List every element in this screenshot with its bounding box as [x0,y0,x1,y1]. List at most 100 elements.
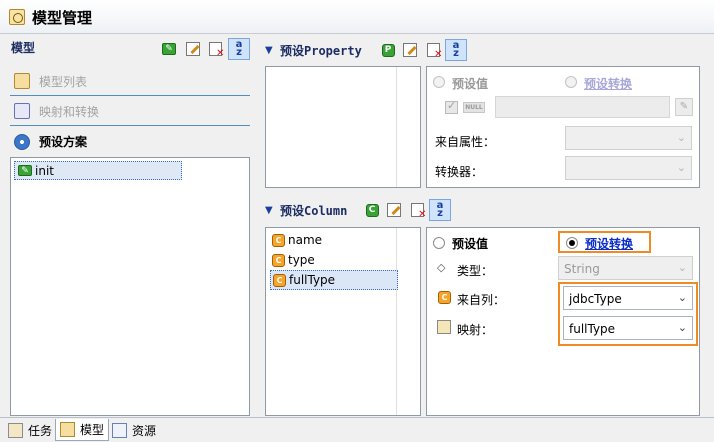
tab-label: 任务 [28,423,53,438]
converter-select[interactable]: ⌄ [565,156,692,180]
model-icon [60,422,75,437]
tab-label: 资源 [132,423,157,438]
delete-scheme-button[interactable] [206,40,225,59]
nav-item-label: 预设方案 [39,135,88,149]
property-preset-value-label: 预设值 [452,77,489,91]
add-property-button[interactable]: P [379,41,397,59]
delete-property-button[interactable] [424,41,443,60]
add-scheme-button[interactable]: ✎ [160,40,178,58]
model-manager-icon [9,9,25,25]
property-preset-convert-radio[interactable] [565,76,577,88]
from-attr-select[interactable]: ⌄ [565,126,692,150]
model-panel: 模型 ✎ az 模型列表 映射和转换 预设方案 ✎ init [0,35,256,417]
property-section-header[interactable]: ▼ 预设Property P az [262,38,714,62]
property-detail: 预设值 预设转换 NULL ✎ 来自属性： ⌄ 转换器： ⌄ [426,66,700,188]
list-divider [396,67,397,187]
edit-scheme-button[interactable] [184,40,202,58]
edit-property-button[interactable] [401,41,419,59]
sort-property-button[interactable]: az [445,39,467,61]
window-title: 模型管理 [32,9,93,27]
from-column-value: jdbcType [569,292,622,306]
chevron-down-icon: ⌄ [677,291,687,304]
tab-resources[interactable]: 资源 [108,419,160,441]
delete-column-button[interactable] [408,201,427,220]
column-preset-convert-radio[interactable] [566,237,578,249]
list-divider [396,228,397,415]
converter-label: 转换器： [435,165,484,179]
nav-item-mapping[interactable]: 映射和转换 [10,97,250,126]
column-name: type [288,253,315,267]
tab-label: 模型 [80,423,105,437]
mapping-value: fullType [569,322,616,336]
delete-icon [426,43,443,60]
tab-model[interactable]: 模型 [55,419,110,441]
from-attr-label: 来自属性： [435,135,496,149]
model-list-icon [14,73,30,89]
chevron-down-icon: ⌄ [676,131,686,144]
mapping-icon [437,320,451,334]
property-add-icon: P [381,43,395,57]
scheme-name: init [35,163,54,178]
property-section-title: 预设Property [280,44,362,58]
list-item-selected[interactable]: CfullType [270,270,398,290]
resources-icon [112,422,127,438]
column-preset-value-label: 预设值 [452,237,489,251]
from-column-label: 来自列： [457,293,506,307]
column-name: name [288,233,323,247]
nav-item-model-list[interactable]: 模型列表 [10,67,250,96]
collapse-triangle-icon[interactable]: ▼ [265,205,273,216]
column-section-header[interactable]: ▼ 预设Column C az [262,198,714,222]
chevron-down-icon: ⌄ [677,261,687,274]
column-detail: 预设值 预设转换 ◇ 类型： String ⌄ C 来自列： jdbcType … [426,227,700,416]
model-panel-title: 模型 [11,41,36,55]
property-value-edit-button[interactable]: ✎ [675,98,693,116]
nav-item-label: 模型列表 [39,74,88,89]
compass-icon [14,133,30,150]
type-label: 类型： [457,264,494,278]
from-column-select[interactable]: jdbcType ⌄ [563,286,693,310]
list-item[interactable]: Ctype [270,250,315,270]
column-preset-value-radio[interactable] [433,237,445,249]
scheme-icon: ✎ [18,165,32,176]
tab-tasks[interactable]: 任务 [4,419,56,441]
type-value: String [564,262,600,276]
nav-item-label: 映射和转换 [39,104,100,119]
column-add-icon: C [365,203,379,217]
column-section-title: 预设Column [280,204,348,218]
bottom-tab-bar: 任务 模型 资源 [0,417,714,442]
edit-icon [387,203,401,217]
edit-column-button[interactable] [385,201,403,219]
type-icon: ◇ [437,261,446,274]
sort-column-button[interactable]: az [429,199,451,221]
column-icon: C [273,273,286,287]
property-preset-convert-link[interactable]: 预设转换 [584,75,632,92]
add-icon: ✎ [162,43,176,55]
property-list[interactable] [265,66,421,188]
chevron-down-icon: ⌄ [677,321,687,334]
mapping-label: 映射： [457,323,494,337]
title-bar: 模型管理 [0,0,714,34]
sort-az-icon: az [452,40,460,59]
scheme-list[interactable]: ✎ init [10,157,250,416]
chevron-down-icon: ⌄ [676,161,686,174]
column-icon: C [272,253,285,267]
delete-icon [208,42,225,59]
type-select[interactable]: String ⌄ [558,256,693,280]
list-item[interactable]: Cname [270,230,322,250]
sort-scheme-button[interactable]: az [228,38,250,60]
mapping-select[interactable]: fullType ⌄ [563,316,693,340]
property-value-input[interactable] [495,96,670,118]
property-preset-value-radio[interactable] [433,76,445,88]
nav-item-preset-scheme[interactable]: 预设方案 [10,127,250,156]
list-item[interactable]: ✎ init [14,161,182,180]
tasks-icon [8,422,23,438]
collapse-triangle-icon[interactable]: ▼ [265,45,273,56]
column-icon: C [272,233,285,247]
delete-icon [410,203,427,220]
add-column-button[interactable]: C [363,201,381,219]
column-list[interactable]: Cname Ctype CfullType [265,227,421,416]
column-preset-convert-link[interactable]: 预设转换 [585,235,633,252]
property-null-checkbox[interactable] [445,99,458,114]
null-icon: NULL [463,102,485,113]
column-name: fullType [289,273,336,287]
